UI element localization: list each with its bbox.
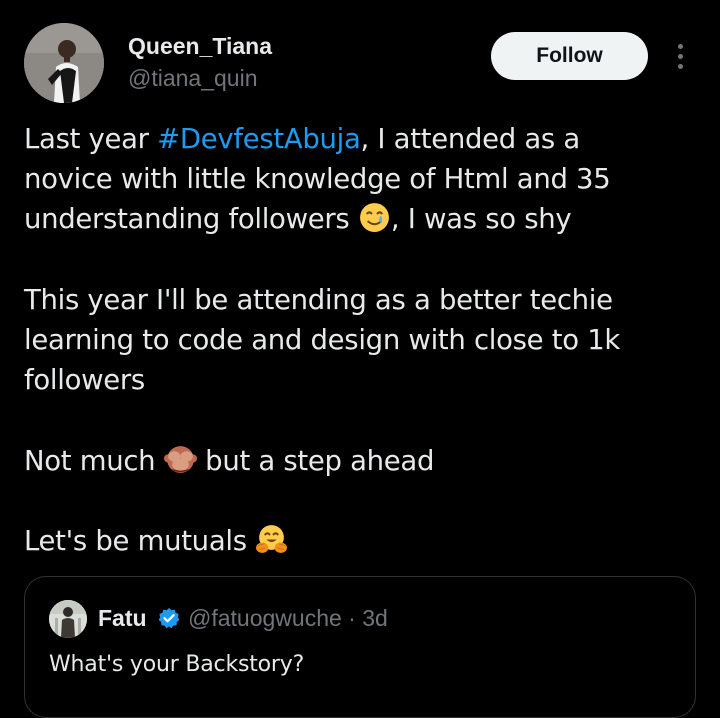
quoted-handle[interactable]: @fatuogwuche — [188, 605, 342, 631]
tweet-line: learning to code and design with close t… — [24, 324, 621, 356]
tweet-line: novice with little knowledge of Html and… — [24, 163, 611, 196]
author-display-name[interactable]: Queen_Tiana — [128, 33, 272, 60]
quoted-meta: @fatuogwuche · 3d — [188, 605, 388, 632]
author-avatar[interactable] — [24, 23, 104, 103]
follow-button[interactable]: Follow — [491, 32, 648, 80]
tweet-text-segment: , I attended as a — [360, 123, 581, 155]
more-dot — [677, 63, 683, 69]
tweet-line: followers — [24, 364, 145, 397]
tweet-text-segment: Let's be mutuals — [24, 524, 256, 557]
tweet-text-segment: understanding followers — [24, 203, 358, 236]
meta-separator: · — [348, 605, 356, 631]
quoted-tweet-text: What's your Backstory? — [49, 652, 305, 677]
more-dot — [677, 43, 683, 49]
tweet-paragraph: Last year #DevfestAbuja, I attended as a… — [24, 119, 704, 240]
tweet-text-segment: but a step ahead — [196, 444, 435, 477]
tweet-line: Not much but a step ahead — [24, 441, 704, 481]
more-dot — [677, 53, 683, 59]
tweet-text-segment: , I was so shy — [390, 203, 572, 236]
tweet-line: understanding followers , I was so shy — [24, 199, 704, 239]
tweet-line: Last year #DevfestAbuja, I attended as a — [24, 119, 704, 159]
verified-badge-icon — [158, 607, 180, 629]
tweet-text: Last year #DevfestAbuja, I attended as a… — [24, 119, 704, 561]
tweet-paragraph: Let's be mutuals — [24, 521, 704, 561]
tweet-paragraph: This year I'll be attending as a better … — [24, 280, 704, 401]
tweet-paragraph: Not much but a step ahead — [24, 441, 704, 481]
quoted-tweet-card[interactable]: Fatu @fatuogwuche · 3d What's your Backs… — [24, 576, 696, 718]
smiling-face-with-tear-icon — [358, 201, 391, 234]
author-handle[interactable]: @tiana_quin — [128, 65, 258, 92]
quoted-timestamp[interactable]: 3d — [362, 605, 388, 631]
quoted-author-avatar[interactable] — [49, 600, 87, 638]
see-no-evil-monkey-icon — [163, 443, 197, 476]
more-options-icon[interactable] — [666, 38, 694, 74]
tweet-line: This year I'll be attending as a better … — [24, 283, 613, 316]
hugging-face-icon — [255, 523, 288, 556]
tweet-line: Let's be mutuals — [24, 521, 704, 561]
tweet-text-segment: Last year — [24, 123, 158, 155]
hashtag-link[interactable]: #DevfestAbuja — [157, 123, 361, 155]
tweet-text-segment: Not much — [24, 444, 164, 477]
quoted-display-name[interactable]: Fatu — [98, 605, 147, 632]
